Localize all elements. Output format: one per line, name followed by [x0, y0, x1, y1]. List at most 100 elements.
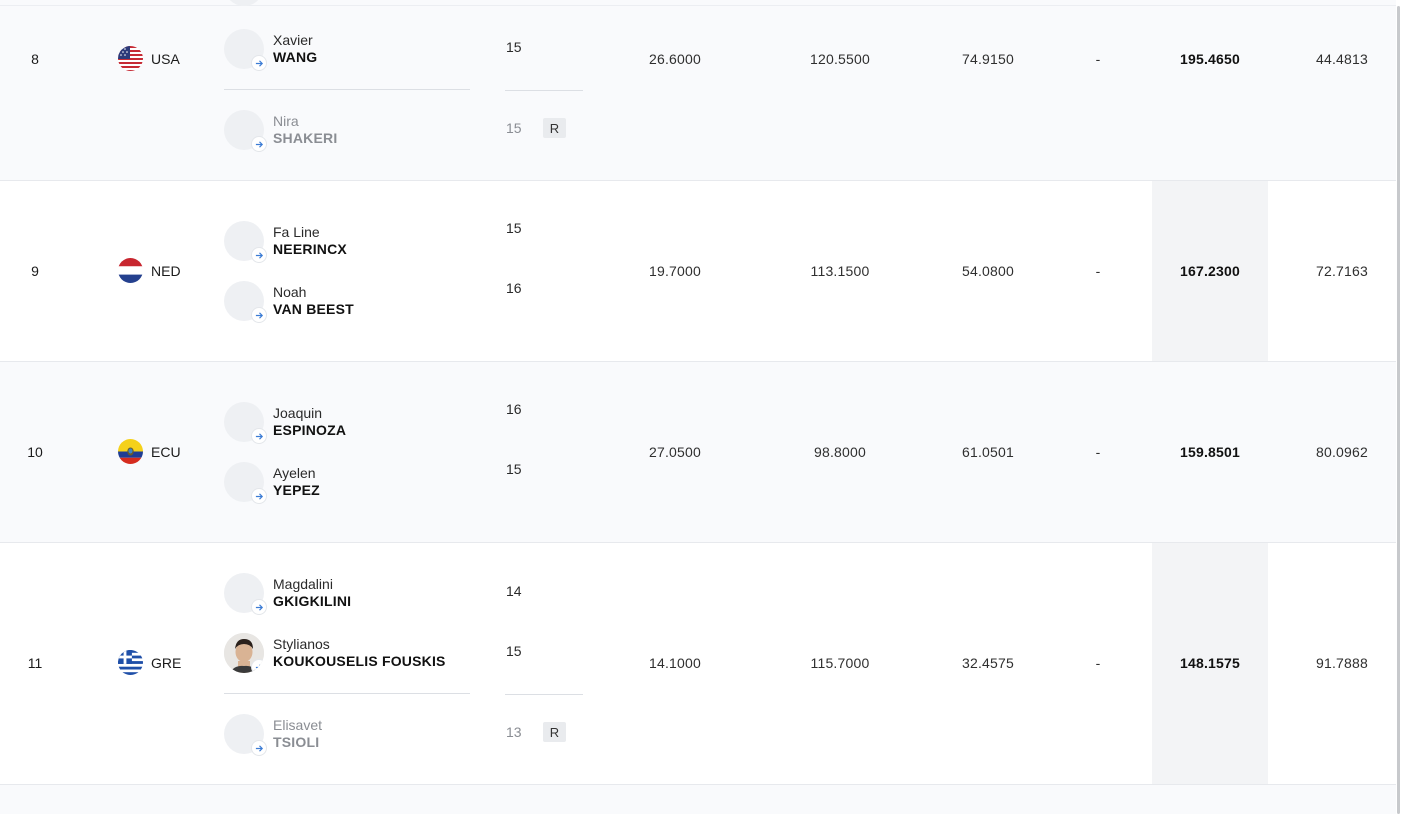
athlete-age: 16	[506, 280, 522, 296]
athlete-age: 15	[506, 461, 522, 477]
avatar	[224, 714, 267, 756]
noc[interactable]: NED	[118, 258, 181, 283]
score-3: 61.0501	[961, 444, 1014, 460]
arrow-right-icon	[251, 740, 267, 756]
noc-code: GRE	[151, 654, 182, 671]
athlete[interactable]: Magdalini GKIGKILINI	[224, 573, 352, 615]
athlete-first-name: Stylianos	[273, 636, 330, 652]
athlete-last-name: GKIGKILINI	[273, 593, 352, 609]
noc-code: USA	[151, 50, 180, 67]
arrow-right-icon	[251, 307, 267, 323]
divider	[505, 694, 583, 695]
athlete-last-name: VAN BEEST	[273, 301, 354, 317]
results-table: 8 USA Xavier WANG 15 Nira SHAKERI 15 R 2…	[0, 0, 1396, 814]
noc-code: ECU	[151, 443, 181, 460]
ned-flag-icon	[118, 258, 143, 283]
athlete[interactable]: Fa Line NEERINCX	[224, 221, 347, 263]
score-1: 19.7000	[648, 263, 701, 279]
table-row[interactable]: 8 USA Xavier WANG 15 Nira SHAKERI 15 R 2…	[0, 6, 1396, 181]
score-1: 14.1000	[648, 655, 701, 671]
noc[interactable]: USA	[118, 46, 180, 71]
arrow-right-icon	[251, 136, 267, 152]
athlete-last-name: ESPINOZA	[273, 422, 347, 438]
noc-code: NED	[151, 262, 181, 279]
athlete[interactable]: Stylianos KOUKOUSELIS FOUSKIS	[224, 633, 446, 673]
athlete-last-name: KOUKOUSELIS FOUSKIS	[273, 653, 446, 669]
athlete[interactable]: Ayelen YEPEZ	[224, 462, 320, 504]
score-2: 98.8000	[813, 444, 866, 460]
athlete-first-name: Noah	[273, 284, 307, 300]
noc[interactable]: GRE	[118, 650, 181, 675]
arrow-right-icon	[251, 659, 264, 673]
score-4: -	[1095, 444, 1101, 460]
arrow-right-icon	[251, 428, 267, 444]
gre-flag-icon	[118, 650, 143, 675]
divider	[505, 90, 583, 91]
score-2: 115.7000	[810, 655, 870, 671]
athlete-first-name: Fa Line	[273, 224, 320, 240]
athlete-first-name: Joaquin	[273, 405, 323, 421]
vertical-scrollbar[interactable]	[1396, 0, 1401, 814]
total-score: 195.4650	[1180, 51, 1240, 67]
usa-flag-icon	[118, 46, 143, 71]
athlete-age: 15	[506, 39, 522, 55]
total-score: 167.2300	[1180, 263, 1240, 279]
rank: 11	[27, 655, 43, 671]
avatar	[224, 402, 267, 444]
reserve-athlete[interactable]: Elisavet TSIOLI	[224, 714, 322, 756]
ecu-flag-icon	[118, 439, 143, 464]
athlete-age: 14	[506, 583, 522, 599]
table-row-next[interactable]	[0, 785, 1396, 814]
score-2: 113.1500	[810, 263, 870, 279]
divider	[224, 89, 470, 90]
total-score: 148.1575	[1180, 655, 1240, 671]
arrow-right-icon	[251, 599, 267, 615]
reserve-badge: R	[543, 722, 566, 742]
score-6: 91.7888	[1315, 655, 1368, 671]
score-3: 74.9150	[961, 51, 1014, 67]
score-2: 120.5500	[810, 51, 870, 67]
score-4: -	[1095, 263, 1101, 279]
athlete[interactable]: Noah VAN BEEST	[224, 281, 354, 323]
athlete-age: 15	[506, 643, 522, 659]
score-6: 44.4813	[1315, 51, 1368, 67]
athlete-last-name: TSIOLI	[273, 734, 320, 750]
noc[interactable]: ECU	[118, 439, 181, 464]
athlete-age: 15	[506, 220, 522, 236]
table-row[interactable]: 10 ECU Joaquin ESPINOZA 16 Ayelen YEPEZ …	[0, 362, 1396, 543]
arrow-right-icon	[251, 247, 267, 263]
arrow-right-icon	[251, 488, 267, 504]
athlete-first-name: Xavier	[273, 32, 313, 48]
rank: 10	[27, 444, 43, 460]
avatar	[224, 281, 267, 323]
score-6: 80.0962	[1315, 444, 1368, 460]
table-row[interactable]: 11 GRE Magdalini GKIGKILINI 14 Stylianos…	[0, 543, 1396, 785]
avatar	[224, 221, 267, 263]
athlete-last-name: SHAKERI	[273, 130, 338, 146]
score-1: 26.6000	[648, 51, 701, 67]
athlete-age: 13	[506, 724, 522, 740]
athlete[interactable]: Xavier WANG	[224, 29, 317, 71]
arrow-right-icon	[251, 55, 267, 71]
athlete-age: 15	[506, 120, 522, 136]
athlete-age: 16	[506, 401, 522, 417]
avatar	[224, 110, 267, 152]
score-3: 54.0800	[961, 263, 1014, 279]
score-4: -	[1095, 655, 1101, 671]
table-row[interactable]: 9 NED Fa Line NEERINCX 15 Noah VAN BEEST…	[0, 181, 1396, 362]
athlete-first-name: Ayelen	[273, 465, 316, 481]
avatar	[224, 573, 267, 615]
athlete[interactable]: Joaquin ESPINOZA	[224, 402, 347, 444]
reserve-badge: R	[543, 118, 566, 138]
avatar	[224, 29, 267, 71]
score-6: 72.7163	[1315, 263, 1368, 279]
total-score: 159.8501	[1180, 444, 1240, 460]
rank: 8	[31, 51, 39, 67]
score-1: 27.0500	[648, 444, 701, 460]
divider	[224, 693, 470, 694]
athlete-first-name: Nira	[273, 113, 299, 129]
score-3: 32.4575	[961, 655, 1014, 671]
reserve-athlete[interactable]: Nira SHAKERI	[224, 110, 338, 152]
scrollbar-thumb[interactable]	[1397, 6, 1400, 814]
athlete-last-name: YEPEZ	[273, 482, 320, 498]
